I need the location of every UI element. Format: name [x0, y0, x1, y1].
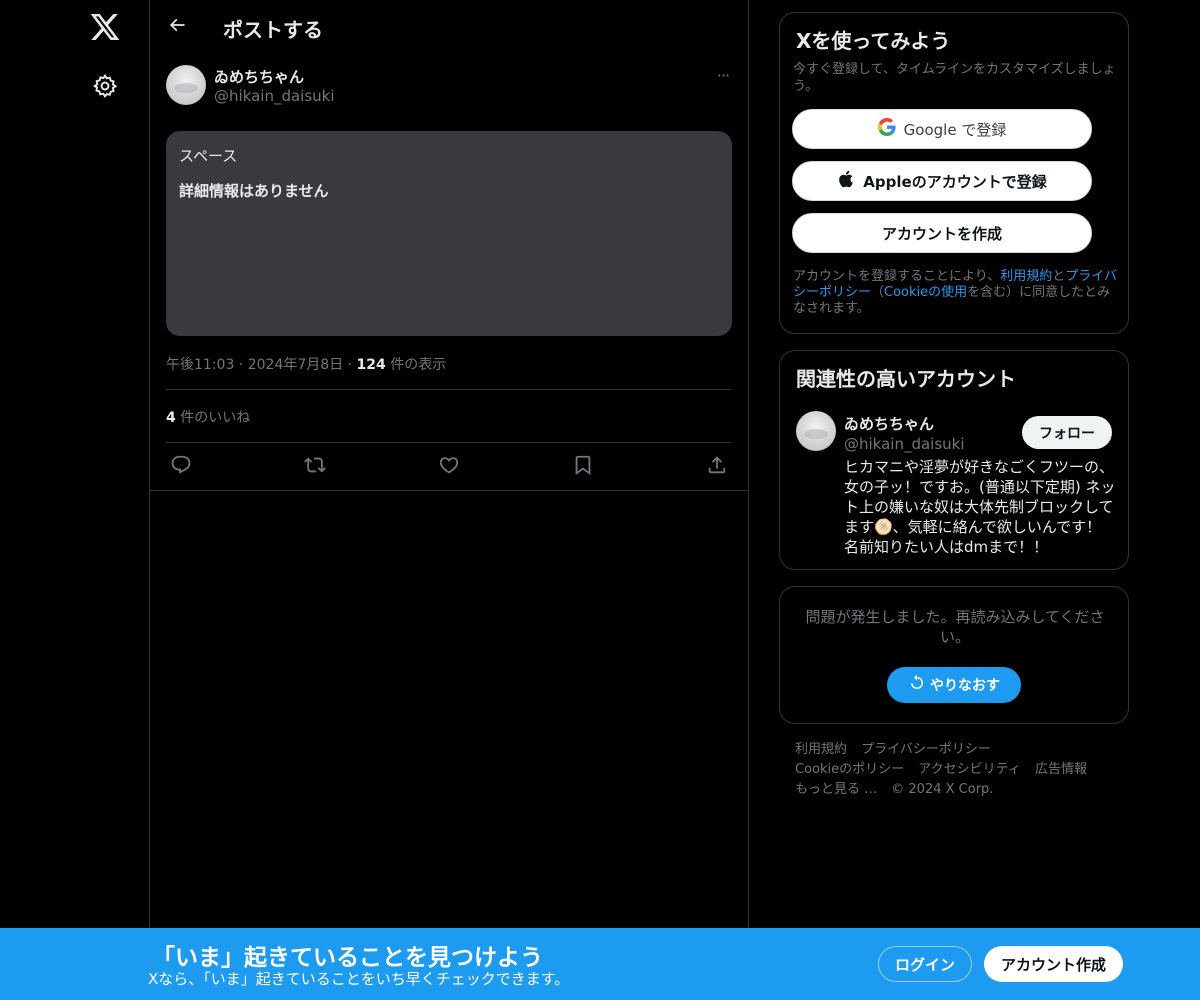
space-label: スペース: [179, 147, 238, 165]
related-account-bio: ヒカマニや淫夢が好きなごくフツーの、女の子ッ！ですお。(普通以下定期) ネット上…: [844, 458, 1116, 556]
follow-button[interactable]: フォロー: [1022, 416, 1112, 449]
google-signup-button[interactable]: Google で登録: [792, 109, 1092, 149]
avatar[interactable]: [166, 65, 206, 105]
legal-and: と: [1052, 269, 1066, 284]
related-accounts-panel: 関連性の高いアカウント ゐめちちゃん @hikain_daisuki フォロー …: [779, 350, 1129, 570]
footer-link-ads[interactable]: 広告情報: [1035, 762, 1087, 777]
likes-count[interactable]: 4 件のいいね: [166, 407, 250, 427]
refresh-icon: [908, 674, 930, 696]
footer-link-more[interactable]: もっと見る …: [795, 782, 877, 797]
bookmark-icon[interactable]: [572, 454, 596, 478]
arrow-left-icon: [167, 15, 187, 39]
signup-title: Xを使ってみよう: [796, 29, 951, 53]
retry-button[interactable]: やりなおす: [887, 667, 1021, 703]
signup-subtitle: 今すぐ登録して、タイムラインをカスタマイズしましょう。: [793, 62, 1116, 94]
back-button[interactable]: [162, 12, 192, 42]
footer-links: 利用規約 プライバシーポリシー Cookieのポリシー アクセシビリティ 広告情…: [795, 740, 1115, 800]
page-title: ポストする: [223, 18, 323, 42]
related-account-handle[interactable]: @hikain_daisuki: [844, 435, 965, 453]
related-account-name[interactable]: ゐめちちゃん: [844, 413, 934, 434]
signup-panel: Xを使ってみよう 今すぐ登録して、タイムラインをカスタマイズしましょう。 Goo…: [779, 12, 1129, 334]
divider: [150, 490, 748, 491]
main-column: ポストする ゐめちちゃん @hikain_daisuki ··· スペース 詳細…: [149, 0, 749, 1000]
bottom-banner: 「いま」起きていることを見つけよう Xなら、「いま」起きていることをいち早くチェ…: [0, 928, 1200, 1000]
banner-title: 「いま」起きていることを見つけよう: [152, 945, 543, 971]
gear-icon[interactable]: [92, 73, 118, 99]
author-name[interactable]: ゐめちちゃん: [214, 66, 304, 87]
view-suffix: 件の表示: [385, 357, 447, 373]
retry-label: やりなおす: [930, 678, 1000, 694]
post-time[interactable]: 午後11:03: [166, 357, 234, 373]
google-signup-label: Google で登録: [903, 120, 1007, 139]
error-panel: 問題が発生しました。再読み込みしてください。 やりなおす: [779, 586, 1129, 724]
footer-link-terms[interactable]: 利用規約: [795, 742, 847, 757]
signup-button[interactable]: アカウント作成: [984, 946, 1123, 982]
post-date[interactable]: 2024年7月8日: [248, 357, 343, 373]
meta-separator: ·: [343, 357, 357, 373]
terms-link[interactable]: 利用規約: [1000, 269, 1052, 284]
x-logo-icon[interactable]: [89, 11, 121, 43]
cookie-link[interactable]: Cookieの使用: [884, 285, 967, 300]
error-message: 問題が発生しました。再読み込みしてください。: [805, 608, 1105, 646]
post-meta: 午後11:03 · 2024年7月8日 · 124 件の表示: [166, 354, 446, 374]
legal-mid: （: [871, 285, 885, 300]
left-nav: [0, 0, 150, 1000]
divider: [166, 442, 732, 443]
copyright: © 2024 X Corp.: [891, 782, 994, 797]
legal-text: アカウントを登録することにより、利用規約とプライバシーポリシー（Cookieの使…: [793, 269, 1119, 317]
apple-icon: [837, 170, 863, 192]
meta-separator: ·: [234, 357, 248, 373]
google-icon: [877, 118, 904, 140]
retweet-icon[interactable]: [304, 454, 328, 478]
likes-suffix: 件のいいね: [175, 410, 251, 426]
footer-link-cookie[interactable]: Cookieのポリシー: [795, 762, 904, 777]
view-count: 124: [356, 357, 386, 373]
space-card[interactable]: スペース 詳細情報はありません: [166, 131, 732, 336]
likes-number: 4: [166, 410, 176, 426]
share-icon[interactable]: [706, 454, 730, 478]
author-handle[interactable]: @hikain_daisuki: [214, 87, 335, 105]
apple-signup-button[interactable]: Appleのアカウントで登録: [792, 161, 1092, 201]
banner-subtitle: Xなら、「いま」起きていることをいち早くチェックできます。: [148, 970, 570, 988]
login-button[interactable]: ログイン: [878, 946, 972, 982]
footer-link-privacy[interactable]: プライバシーポリシー: [861, 742, 991, 757]
like-icon[interactable]: [438, 454, 462, 478]
space-detail: 詳細情報はありません: [179, 182, 329, 200]
divider: [166, 389, 732, 390]
legal-prefix: アカウントを登録することにより、: [793, 269, 1001, 284]
apple-signup-label: Appleのアカウントで登録: [863, 172, 1047, 191]
footer-link-accessibility[interactable]: アクセシビリティ: [918, 762, 1021, 777]
reply-icon[interactable]: [170, 454, 194, 478]
more-options-icon[interactable]: ···: [712, 66, 734, 85]
create-account-button[interactable]: アカウントを作成: [792, 213, 1092, 253]
related-title: 関連性の高いアカウント: [796, 367, 1016, 391]
avatar[interactable]: [796, 411, 836, 451]
